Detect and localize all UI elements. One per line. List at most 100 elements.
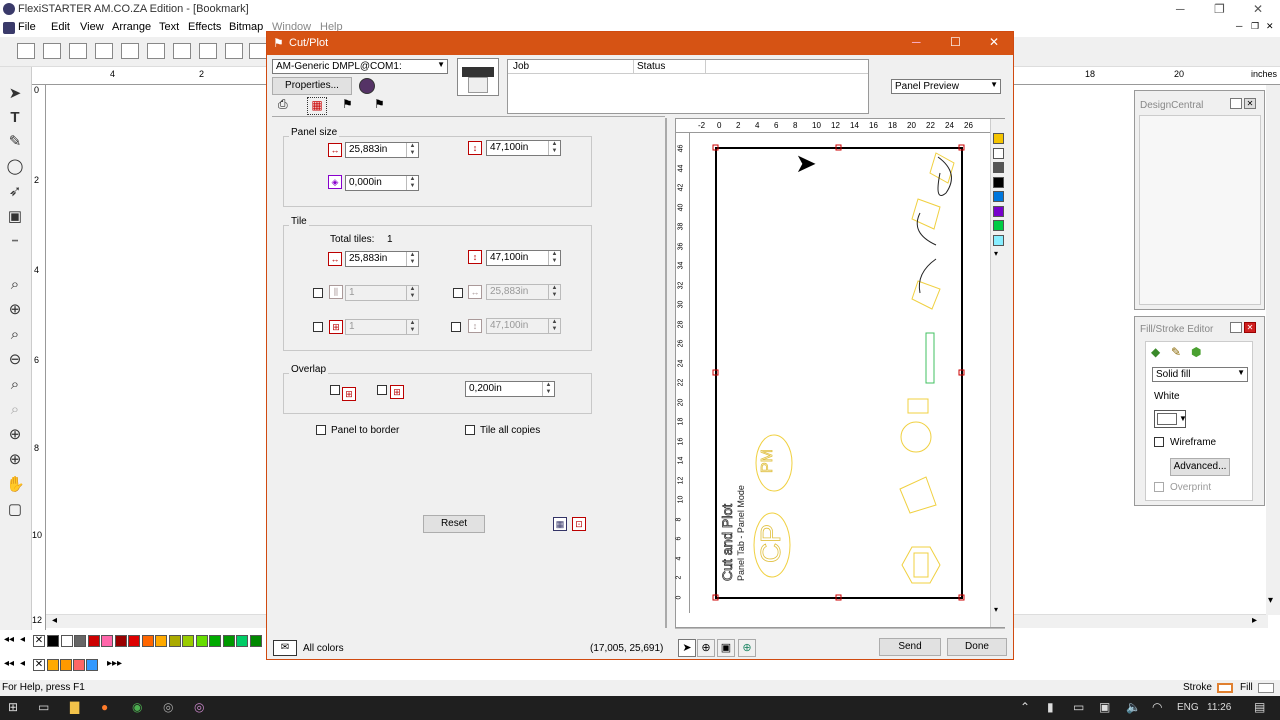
minimize-icon[interactable]: ─: [1176, 2, 1185, 16]
palette-back-icon[interactable]: ◂: [20, 634, 25, 645]
production-icon[interactable]: [199, 43, 217, 59]
no-color-swatch[interactable]: ✕: [33, 635, 45, 647]
measure-tool-icon[interactable]: ┅: [6, 233, 24, 251]
tab-panel[interactable]: ▦: [307, 97, 327, 115]
tab-general[interactable]: ⎙: [278, 97, 296, 115]
tab-weed[interactable]: ⚑: [342, 97, 360, 115]
flexi-icon[interactable]: ◎: [163, 700, 173, 714]
panel-rotation-input[interactable]: 0,000in ▲ ▼: [345, 175, 419, 191]
color-swatch[interactable]: [74, 635, 86, 647]
no-color-swatch[interactable]: ✕: [33, 659, 45, 671]
copy-icon[interactable]: [249, 43, 267, 59]
zoom-page-preview-icon[interactable]: ▣: [717, 639, 735, 657]
menu-view[interactable]: View: [80, 21, 104, 33]
import-icon[interactable]: [95, 43, 113, 59]
pan-hand-icon[interactable]: ✋: [6, 476, 25, 494]
color-swatch[interactable]: [155, 635, 167, 647]
clock[interactable]: 11:26: [1207, 702, 1231, 713]
advanced-button[interactable]: Advanced...: [1170, 458, 1230, 476]
overprint-checkbox[interactable]: [1154, 482, 1164, 492]
color-swatch[interactable]: [249, 635, 262, 647]
fill-tab-icon[interactable]: ◆: [1151, 345, 1160, 359]
scroll-left-icon[interactable]: ◂: [52, 615, 57, 626]
color-swatch[interactable]: [128, 635, 140, 647]
preview-scroll-down-icon[interactable]: ▾: [994, 605, 998, 614]
grid-icon[interactable]: ▦: [553, 517, 567, 531]
spin-arrows-icon[interactable]: ▲ ▼: [548, 285, 560, 299]
preview-color-swatch[interactable]: [993, 205, 1004, 217]
spin-arrows-icon[interactable]: ▲ ▼: [542, 382, 554, 396]
panel-height-input[interactable]: 47,100in ▲ ▼: [486, 140, 561, 156]
color-swatch[interactable]: [236, 635, 248, 647]
restore-icon[interactable]: ❐: [1214, 2, 1225, 16]
overlap-input[interactable]: 0,200in ▲ ▼: [465, 381, 555, 397]
overlap-h-checkbox[interactable]: [330, 385, 340, 395]
color-swatch[interactable]: [47, 635, 59, 647]
panel-preview[interactable]: -2 0 2 4 6 8 10 12 14 16 18 20 22 24 26 46 44 42 40 38 36 34…: [675, 118, 1005, 628]
preview-color-swatch[interactable]: [993, 133, 1004, 144]
status-column-header[interactable]: Status: [634, 60, 706, 74]
task-view-icon[interactable]: ▭: [38, 700, 49, 714]
color-swatch[interactable]: [222, 635, 235, 647]
preview-hscroll[interactable]: [675, 628, 1005, 629]
mdi-close-icon[interactable]: ✕: [1266, 21, 1274, 32]
text-tool-icon[interactable]: T: [6, 109, 24, 127]
doc-icon[interactable]: [3, 22, 15, 34]
wireframe-checkbox[interactable]: [1154, 437, 1164, 447]
tray-usb-icon[interactable]: ▮: [1047, 700, 1054, 714]
tray-up-icon[interactable]: ⌃: [1020, 700, 1030, 714]
preview-color-swatch[interactable]: [993, 191, 1004, 202]
scroll-right-icon[interactable]: ▸: [1252, 615, 1257, 626]
preview-mode-select[interactable]: Panel Preview ▼: [891, 79, 1001, 94]
tile-height-input[interactable]: 47,100in ▲ ▼: [486, 250, 561, 266]
panel-minimize-icon[interactable]: [1230, 98, 1242, 109]
panel-close-icon[interactable]: ✕: [1244, 98, 1256, 109]
zoom-all-icon[interactable]: ⌕: [6, 376, 24, 394]
tile-size-h-input[interactable]: 47,100in ▲ ▼: [486, 318, 561, 334]
palette2-next-icon[interactable]: ▸▸▸: [107, 658, 122, 669]
color-swatch[interactable]: [73, 659, 85, 671]
zoom-prev-icon[interactable]: ⌕: [6, 401, 24, 419]
color-swatch[interactable]: [47, 659, 59, 671]
menu-arrange[interactable]: Arrange: [112, 21, 151, 33]
preview-color-swatch[interactable]: [993, 147, 1004, 159]
dialog-close-icon[interactable]: ✕: [989, 35, 999, 49]
close-icon[interactable]: ✕: [1253, 2, 1263, 16]
fill-color-picker[interactable]: ▼: [1154, 410, 1187, 428]
color-swatch[interactable]: [60, 635, 73, 647]
panel-close-icon[interactable]: ✕: [1244, 322, 1256, 333]
color-swatch[interactable]: [195, 635, 208, 647]
stroke-tab-icon[interactable]: ✎: [1171, 345, 1181, 359]
color-swatch[interactable]: [168, 635, 181, 647]
tray-network-icon[interactable]: ▣: [1099, 700, 1110, 714]
device-select[interactable]: AM-Generic DMPL@COM1: ▼: [272, 59, 448, 74]
fill-type-select[interactable]: Solid fill ▼: [1152, 367, 1248, 382]
zoom-in-icon[interactable]: ⊕: [6, 301, 24, 319]
palette2-back-icon[interactable]: ◂: [20, 658, 25, 669]
tile-size-w-checkbox[interactable]: [453, 288, 463, 298]
save-icon[interactable]: [69, 43, 87, 59]
node-tool-icon[interactable]: ➶: [6, 183, 24, 201]
menu-edit[interactable]: Edit: [51, 21, 70, 33]
panel-minimize-icon[interactable]: [1230, 322, 1242, 333]
tray-volume-icon[interactable]: 🔈: [1126, 700, 1141, 714]
tile-preview-icon[interactable]: ⊡: [572, 517, 586, 531]
ellipse-tool-icon[interactable]: ◯: [6, 158, 24, 176]
tile-columns-input[interactable]: 1 ▲ ▼: [345, 285, 419, 301]
mdi-restore-icon[interactable]: ❐: [1251, 21, 1259, 32]
new-icon[interactable]: [17, 43, 35, 59]
device-info-icon[interactable]: [359, 78, 375, 94]
color-swatch[interactable]: [141, 635, 154, 647]
zoom-out-icon[interactable]: ⊖: [6, 351, 24, 369]
export-icon[interactable]: [121, 43, 139, 59]
plotter-icon[interactable]: [457, 58, 499, 96]
preview-color-swatch[interactable]: [993, 176, 1004, 188]
dialog-minimize-icon[interactable]: ─: [912, 35, 921, 49]
color-swatch[interactable]: [209, 635, 221, 647]
tray-battery-icon[interactable]: ▭: [1073, 700, 1084, 714]
fill-swatch[interactable]: [1258, 683, 1274, 693]
spin-arrows-icon[interactable]: ▲ ▼: [406, 143, 418, 157]
view-mode-icon[interactable]: ▢: [6, 501, 24, 519]
spin-arrows-icon[interactable]: ▲ ▼: [406, 286, 418, 300]
spin-arrows-icon[interactable]: ▲ ▼: [548, 319, 560, 333]
